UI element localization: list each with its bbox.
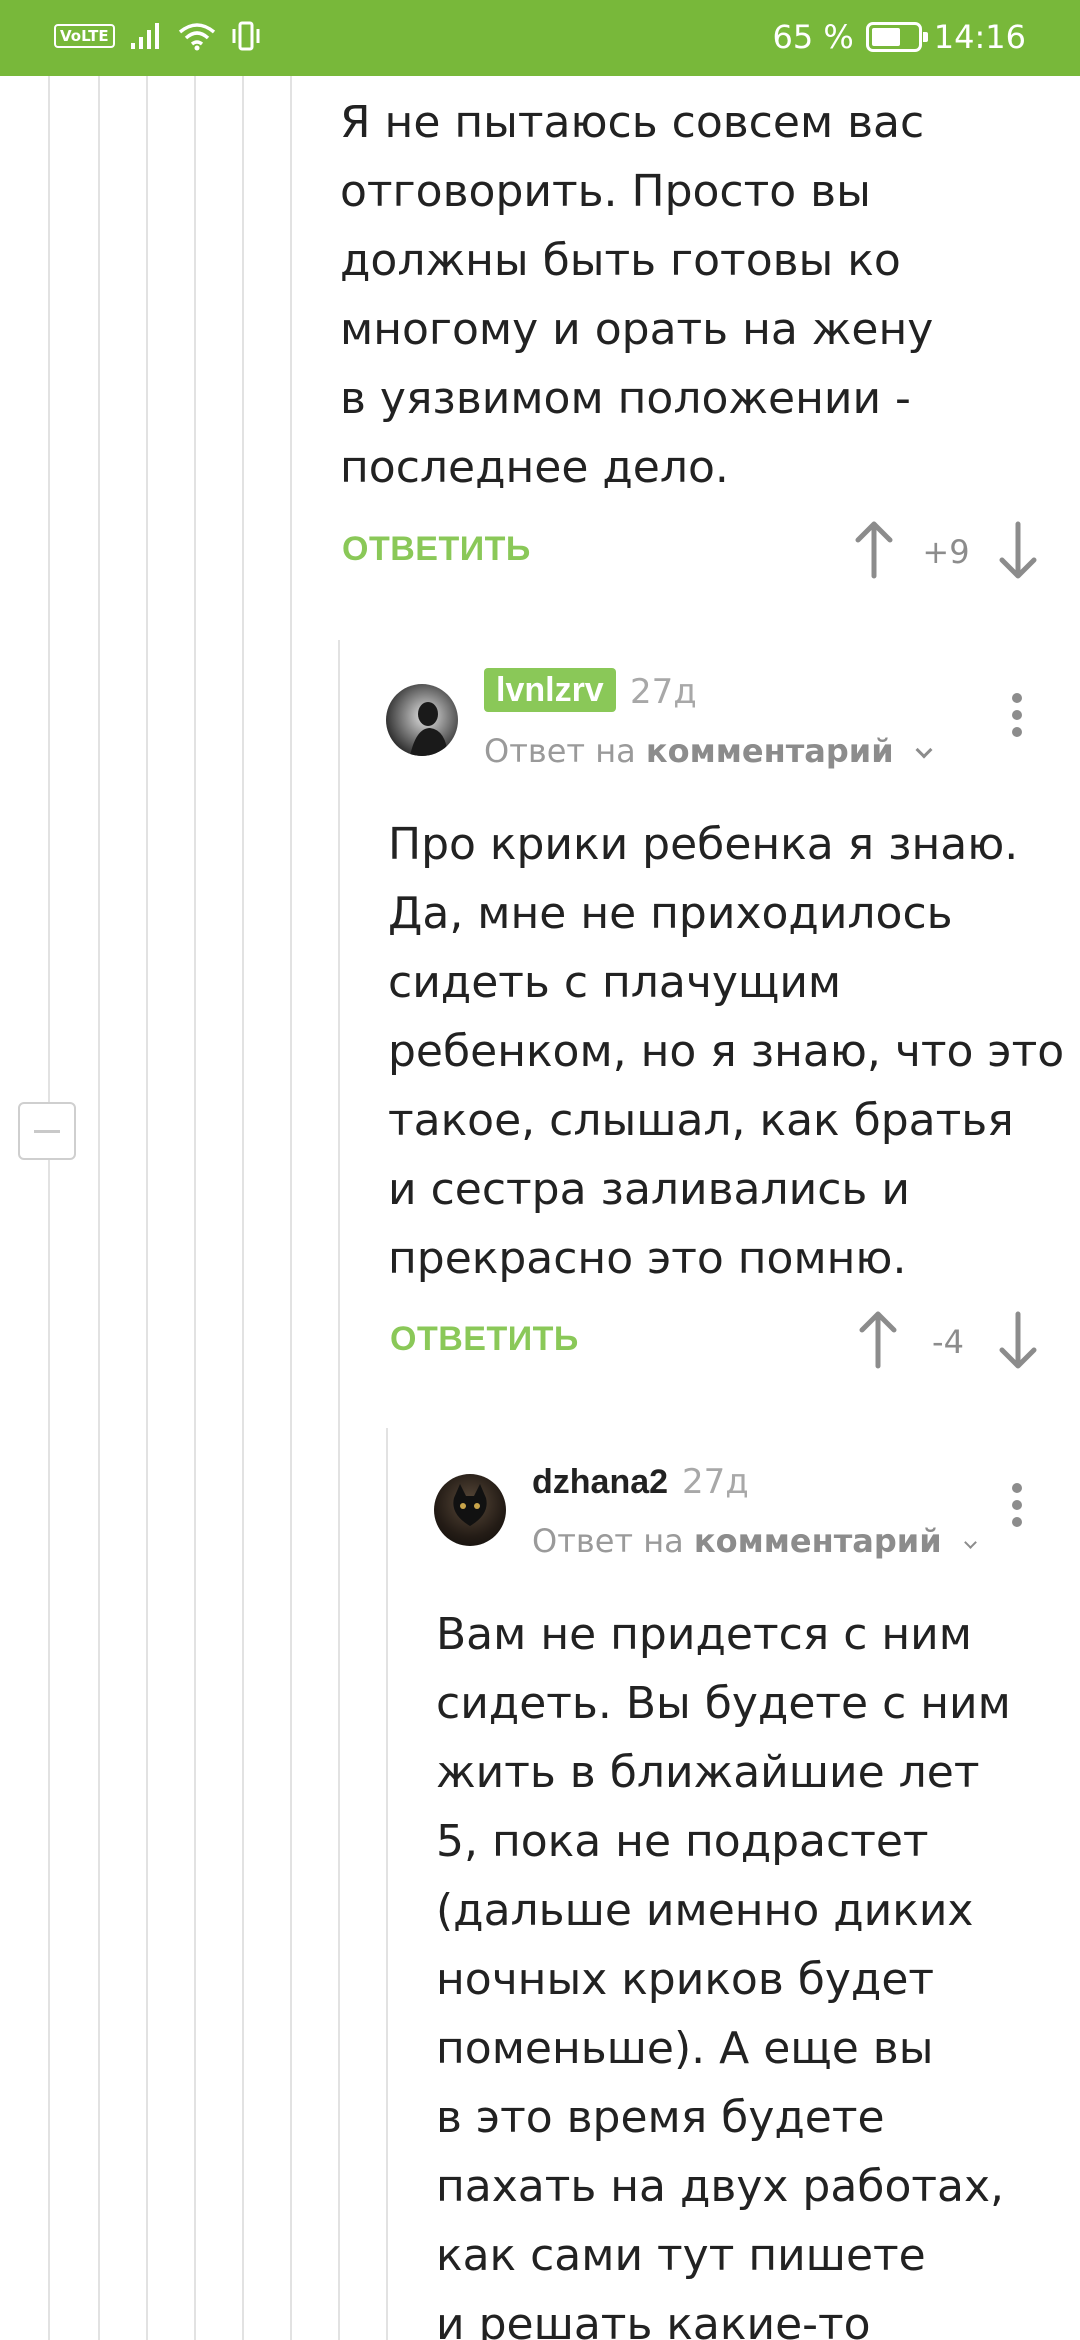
- reply-to-link[interactable]: комментарий: [646, 732, 894, 770]
- status-bar: VoLTE 65 % 14:16: [0, 0, 1080, 76]
- comment-time: 27д: [682, 1462, 749, 1502]
- avatar[interactable]: [434, 1474, 506, 1546]
- upvote-icon[interactable]: [852, 520, 896, 580]
- collapse-thread-button[interactable]: [18, 1102, 76, 1160]
- reply-button[interactable]: ОТВЕТИТЬ: [390, 1320, 579, 1359]
- upvote-icon[interactable]: [856, 1310, 900, 1370]
- reply-to-line[interactable]: Ответ на комментарий: [532, 1522, 977, 1560]
- clock: 14:16: [933, 18, 1026, 56]
- thread-line: [290, 76, 292, 2340]
- avatar-image: [410, 702, 448, 756]
- comment-text: Я не пытаюсь совсем вас отговорить. Прос…: [340, 97, 934, 493]
- downvote-icon[interactable]: [996, 1310, 1040, 1370]
- reply-to-prefix: Ответ на: [532, 1522, 684, 1560]
- reply-to-line[interactable]: Ответ на комментарий: [484, 732, 933, 770]
- author-name[interactable]: dzhana2: [532, 1462, 668, 1502]
- more-options-icon[interactable]: [1002, 690, 1032, 740]
- thread-line: [98, 76, 100, 2340]
- thread-line: [146, 76, 148, 2340]
- volte-indicator: VoLTE: [54, 24, 115, 48]
- comment-score: -4: [932, 1323, 964, 1361]
- battery-icon: [865, 22, 928, 52]
- wifi-icon: [178, 23, 215, 51]
- status-right: 65 % 14:16: [772, 18, 1026, 56]
- avatar[interactable]: [386, 684, 458, 756]
- chevron-down-icon[interactable]: [915, 741, 933, 759]
- battery-fill: [871, 28, 901, 46]
- comment-time: 27д: [630, 672, 697, 712]
- avatar-image: [453, 1484, 487, 1526]
- signal-icon: [130, 23, 159, 49]
- chevron-down-icon[interactable]: [963, 1536, 977, 1549]
- comment-text: Про крики ребенка я знаю. Да, мне не при…: [388, 819, 1065, 1284]
- vibrate-icon: [232, 21, 260, 51]
- thread-line: [338, 640, 340, 2340]
- reply-to-link[interactable]: комментарий: [694, 1522, 942, 1560]
- comment-text: Вам не придется с ним сидеть. Вы будете …: [436, 1609, 1011, 2340]
- author-name[interactable]: lvnlzrv: [484, 668, 616, 712]
- reply-button[interactable]: ОТВЕТИТЬ: [342, 530, 531, 569]
- more-options-icon[interactable]: [1002, 1480, 1032, 1530]
- thread-line: [242, 76, 244, 2340]
- thread-line: [194, 76, 196, 2340]
- downvote-icon[interactable]: [996, 520, 1040, 580]
- comment-score: +9: [922, 533, 970, 571]
- status-left: VoLTE: [54, 20, 261, 52]
- thread-line: [48, 76, 50, 2340]
- thread-line: [386, 1428, 388, 2340]
- reply-to-prefix: Ответ на: [484, 732, 636, 770]
- battery-percent: 65 %: [772, 18, 854, 56]
